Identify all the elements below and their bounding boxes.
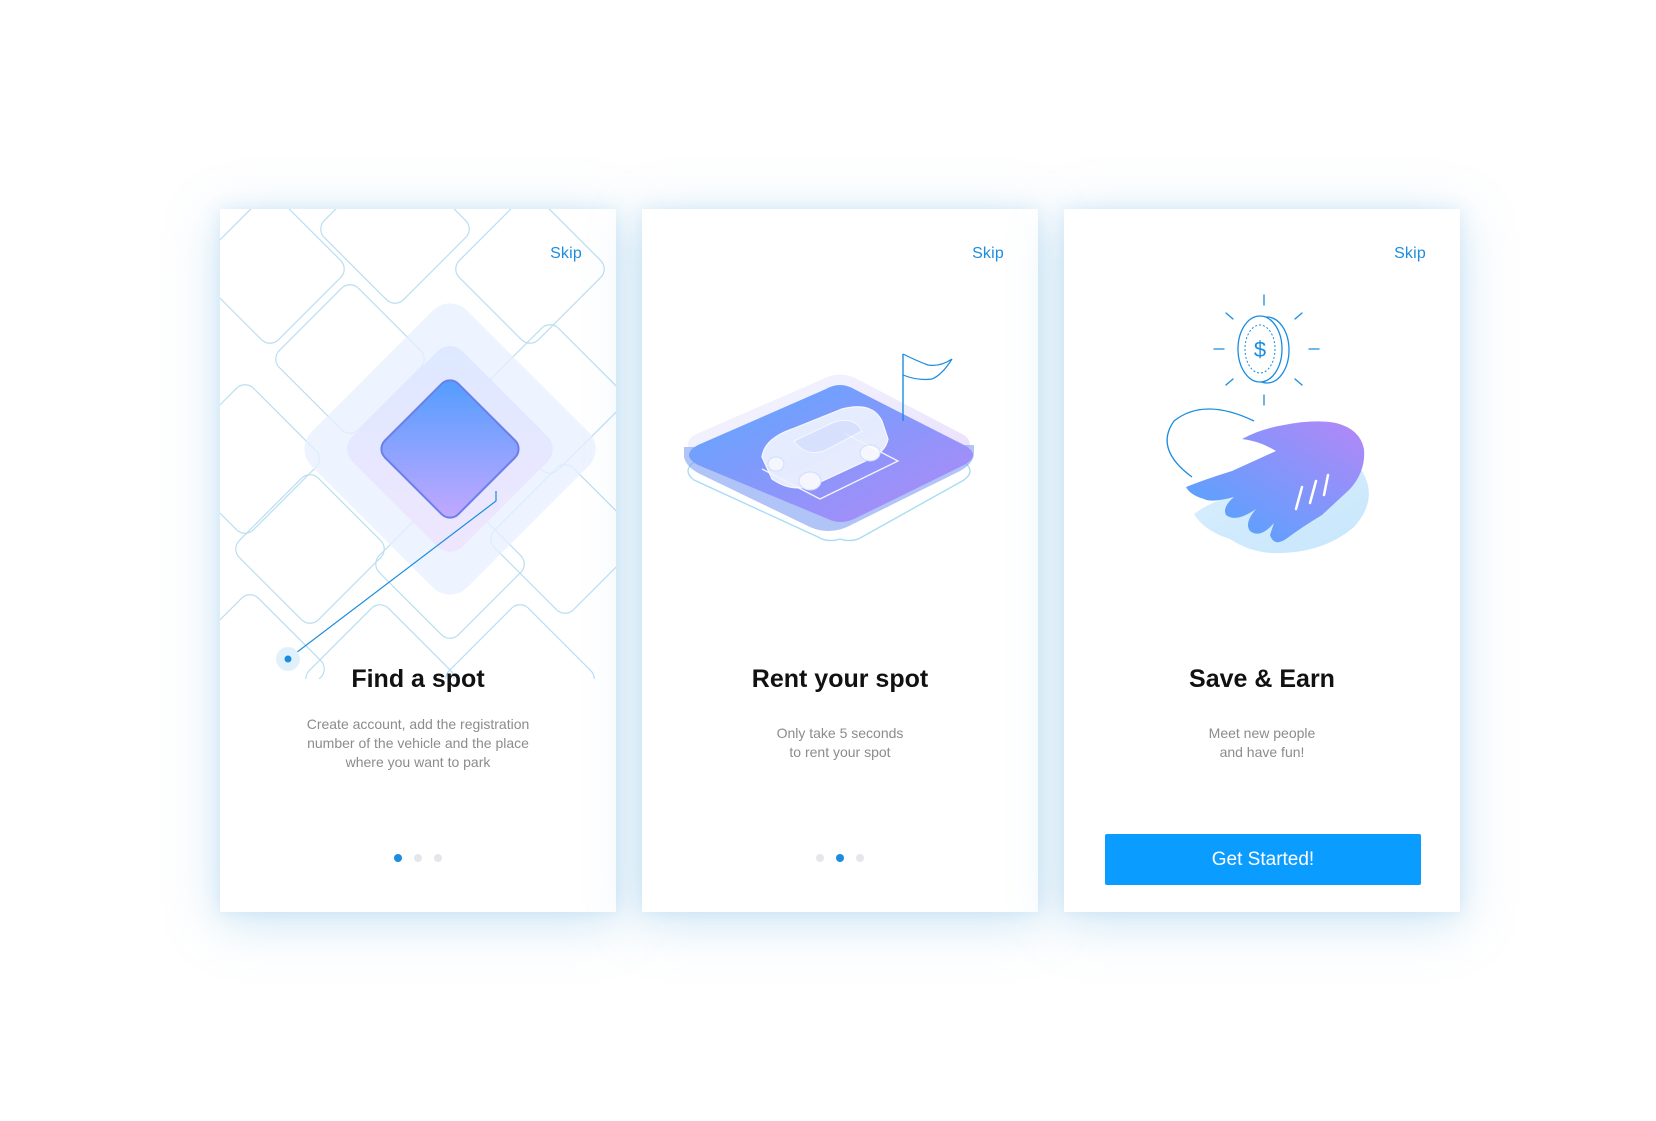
skip-button[interactable]: Skip — [972, 245, 1004, 263]
screen-title: Save & Earn — [1189, 665, 1335, 693]
page-dot-1[interactable] — [816, 854, 824, 862]
description-line: and have fun! — [1219, 744, 1305, 760]
screen-description: Only take 5 seconds to rent your spot — [682, 724, 998, 762]
screen-description: Meet new people and have fun! — [1104, 724, 1420, 762]
map-grid-icon — [220, 209, 616, 679]
screen-title: Find a spot — [351, 665, 485, 693]
screen-description: Create account, add the registration num… — [260, 715, 576, 772]
onboarding-screen-find-spot: Skip Find a spot Create account, add the… — [220, 209, 616, 912]
page-dot-1[interactable] — [394, 854, 402, 862]
svg-text:$: $ — [1254, 337, 1266, 362]
page-dot-2[interactable] — [414, 854, 422, 862]
description-line: to rent your spot — [789, 744, 891, 760]
screen-title: Rent your spot — [751, 665, 929, 693]
car-parking-spot-icon — [684, 353, 974, 542]
description-line: where you want to park — [345, 754, 491, 770]
handshake-coin-icon: $ — [1166, 294, 1369, 554]
page-dot-3[interactable] — [434, 854, 442, 862]
description-line: Create account, add the registration — [306, 716, 530, 732]
onboarding-screen-rent-spot: Skip Rent your spot Only take 5 seconds … — [642, 209, 1038, 912]
get-started-button[interactable]: Get Started! — [1105, 834, 1421, 885]
description-line: Only take 5 seconds — [776, 725, 904, 741]
skip-button[interactable]: Skip — [1394, 245, 1426, 263]
description-line: Meet new people — [1208, 725, 1316, 741]
skip-button[interactable]: Skip — [550, 245, 582, 263]
description-line: number of the vehicle and the place — [307, 735, 529, 751]
page-indicator — [642, 854, 1038, 862]
page-dot-2[interactable] — [836, 854, 844, 862]
page-indicator — [220, 854, 616, 862]
onboarding-screen-save-earn: $ Skip Save & Earn Meet new people and h… — [1064, 209, 1460, 912]
page-dot-3[interactable] — [856, 854, 864, 862]
